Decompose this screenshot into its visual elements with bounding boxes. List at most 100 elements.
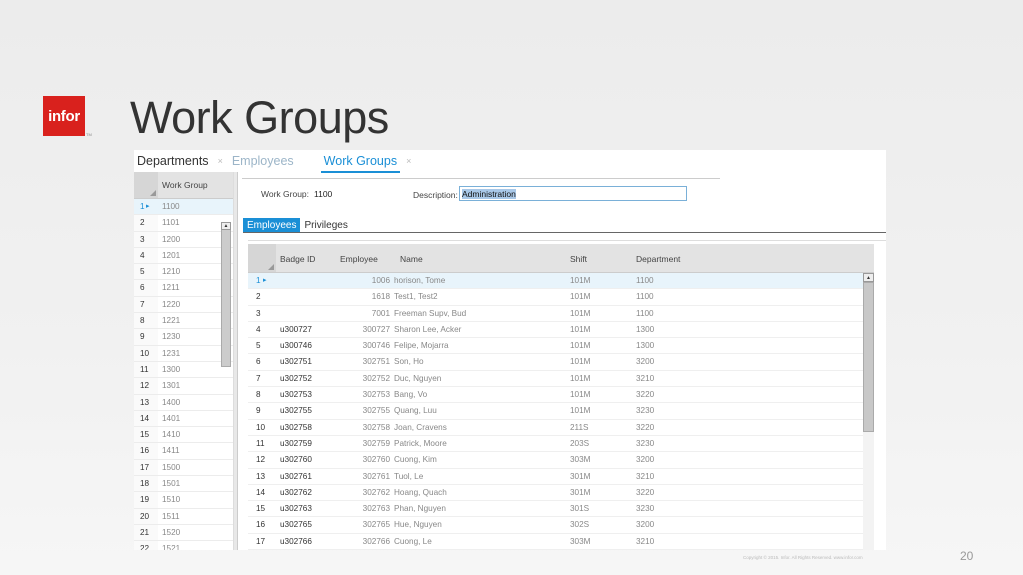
employee-row[interactable]: 9 u302755 302755 Quang, Luu 101M 3230 [248,403,874,420]
column-header-shift[interactable]: Shift [566,244,632,272]
employee-row[interactable]: 11 u302759 302759 Patrick, Moore 203S 3230 [248,436,874,453]
badge-id-cell: u302753 [280,390,312,400]
work-group-row[interactable]: 22 1521 [134,541,233,550]
employees-grid-rows: 1 ▸ 1006 horison, Tome 101M 1100 2 1618 Test1, T… [248,273,874,550]
row-number: 17 [134,459,158,476]
scroll-up-icon[interactable]: ▲ [863,273,874,282]
column-header-work-group[interactable]: Work Group [158,172,208,198]
row-number: 5 [256,341,261,351]
employee-row[interactable]: 10 u302758 302758 Joan, Cravens 211S 3220 [248,420,874,436]
row-number: 14 [134,410,158,427]
employee-row[interactable]: 7 u302752 302752 Duc, Nguyen 101M 3210 [248,371,874,388]
work-group-value: 1221 [162,316,181,326]
work-group-row[interactable]: 19 1510 [134,492,233,509]
column-header-badge-id[interactable]: Badge ID [276,244,336,272]
work-group-value: 1230 [162,332,181,342]
work-group-row[interactable]: 8 1221 [134,313,233,330]
employee-row[interactable]: 13 u302761 302761 Tuol, Le 301M 3210 [248,469,874,485]
department-cell: 1300 [636,341,655,351]
row-number: 18 [134,476,158,492]
employee-row[interactable]: 8 u302753 302753 Bang, Vo 101M 3220 [248,387,874,404]
employee-row[interactable]: 3 7001 Freeman Supv, Bud 101M 1100 [248,306,874,322]
work-group-row[interactable]: 15 1410 [134,427,233,444]
employees-scrollbar-thumb[interactable] [863,282,874,432]
employee-row[interactable]: 12 u302760 302760 Cuong, Kim 303M 3200 [248,452,874,469]
shift-cell: 301S [570,504,590,514]
work-group-row[interactable]: 6 1211 [134,280,233,297]
work-group-row[interactable]: 7 1220 [134,296,233,314]
employee-row[interactable]: 5 u300746 300746 Felipe, Mojarra 101M 1300 [248,338,874,355]
employee-id-cell: 302753 [362,390,390,400]
employee-row[interactable]: 6 u302751 302751 Son, Ho 101M 3200 [248,354,874,371]
logo-trademark: TM [86,132,92,137]
work-group-row[interactable]: 21 1520 [134,524,233,542]
badge-id-cell [276,289,336,304]
left-grid-rows: 1 ▸ 1100 2 1101 3 1200 4 1201 5 1210 6 1211 7 1220 8 122… [134,199,233,550]
column-header-department[interactable]: Department [632,244,696,272]
work-group-row[interactable]: 4 1201 [134,247,233,265]
work-group-row[interactable]: 1 ▸ 1100 [134,199,233,216]
employees-grid: Badge ID Employee Name Shift Department … [248,244,874,550]
department-cell: 1100 [636,308,654,318]
shift-cell: 101M [570,324,591,334]
work-group-value: 1410 [162,430,181,440]
sub-tab-bar: Employees Privileges [243,218,352,233]
slide-title: Work Groups [130,92,389,143]
infor-logo: infor [43,96,85,136]
employee-row[interactable]: 14 u302762 302762 Hoang, Quach 301M 3220 [248,485,874,502]
work-group-row[interactable]: 17 1500 [134,459,233,477]
work-group-row[interactable]: 16 1411 [134,443,233,460]
work-group-row[interactable]: 18 1501 [134,476,233,493]
shift-cell: 303M [570,455,591,465]
department-cell: 3220 [636,487,655,497]
employee-row[interactable]: 2 1618 Test1, Test2 101M 1100 [248,289,874,306]
tab-privileges[interactable]: Privileges [300,218,351,233]
row-number: 8 [256,390,261,400]
row-marker-icon: ▸ [263,277,267,284]
employee-id-cell: 302763 [362,504,390,514]
work-group-value: 1510 [162,495,181,505]
work-group-row[interactable]: 14 1401 [134,410,233,428]
work-group-value: 1300 [162,364,181,374]
work-group-value: 1401 [162,413,181,423]
employee-row[interactable]: 15 u302763 302763 Phan, Nguyen 301S 3230 [248,501,874,518]
description-field[interactable]: Administration [459,186,687,201]
tab-close-icon[interactable]: × [218,156,223,166]
tab-work-groups[interactable]: Work Groups [320,152,401,173]
row-number: 19 [134,492,158,508]
work-group-row[interactable]: 11 1300 [134,361,233,379]
tab-close-icon[interactable]: × [406,156,411,166]
department-cell: 3210 [636,536,655,546]
tab-departments[interactable]: Departments [134,152,212,170]
work-group-row[interactable]: 13 1400 [134,394,233,411]
row-number: 12 [256,455,266,465]
work-group-row[interactable]: 3 1200 [134,231,233,248]
name-cell: Duc, Nguyen [394,373,442,383]
scroll-up-icon[interactable]: ▲ [221,222,231,230]
employee-row[interactable]: 16 u302765 302765 Hue, Nguyen 302S 3200 [248,517,874,534]
employee-row[interactable]: 1 ▸ 1006 horison, Tome 101M 1100 [248,273,874,290]
work-group-row[interactable]: 12 1301 [134,378,233,395]
pane-splitter[interactable] [234,172,238,550]
work-group-row[interactable]: 20 1511 [134,508,233,525]
department-cell: 3210 [636,471,655,481]
work-group-row[interactable]: 9 1230 [134,329,233,346]
employee-id-cell: 302758 [362,422,390,432]
row-number: 20 [134,508,158,524]
logo-text: infor [48,107,80,125]
employee-row[interactable]: 17 u302766 302766 Cuong, Le 303M 3210 [248,534,874,550]
tab-employees[interactable]: Employees [229,152,297,170]
top-tab-bar: Departments × Employees Work Groups × [134,150,886,173]
row-number: 10 [134,345,158,361]
column-header-employee[interactable]: Employee [336,244,396,272]
grid-corner-icon[interactable] [134,172,158,198]
work-group-row[interactable]: 2 1101 [134,215,233,232]
grid-corner-icon[interactable] [248,244,276,272]
left-scrollbar-thumb[interactable] [221,222,231,367]
row-number: 1 [256,276,261,285]
work-group-row[interactable]: 10 1231 [134,345,233,362]
column-header-name[interactable]: Name [396,244,566,272]
tab-employees-sub[interactable]: Employees [243,218,301,233]
work-group-row[interactable]: 5 1210 [134,264,233,281]
employee-row[interactable]: 4 u300727 300727 Sharon Lee, Acker 101M 1300 [248,322,874,339]
